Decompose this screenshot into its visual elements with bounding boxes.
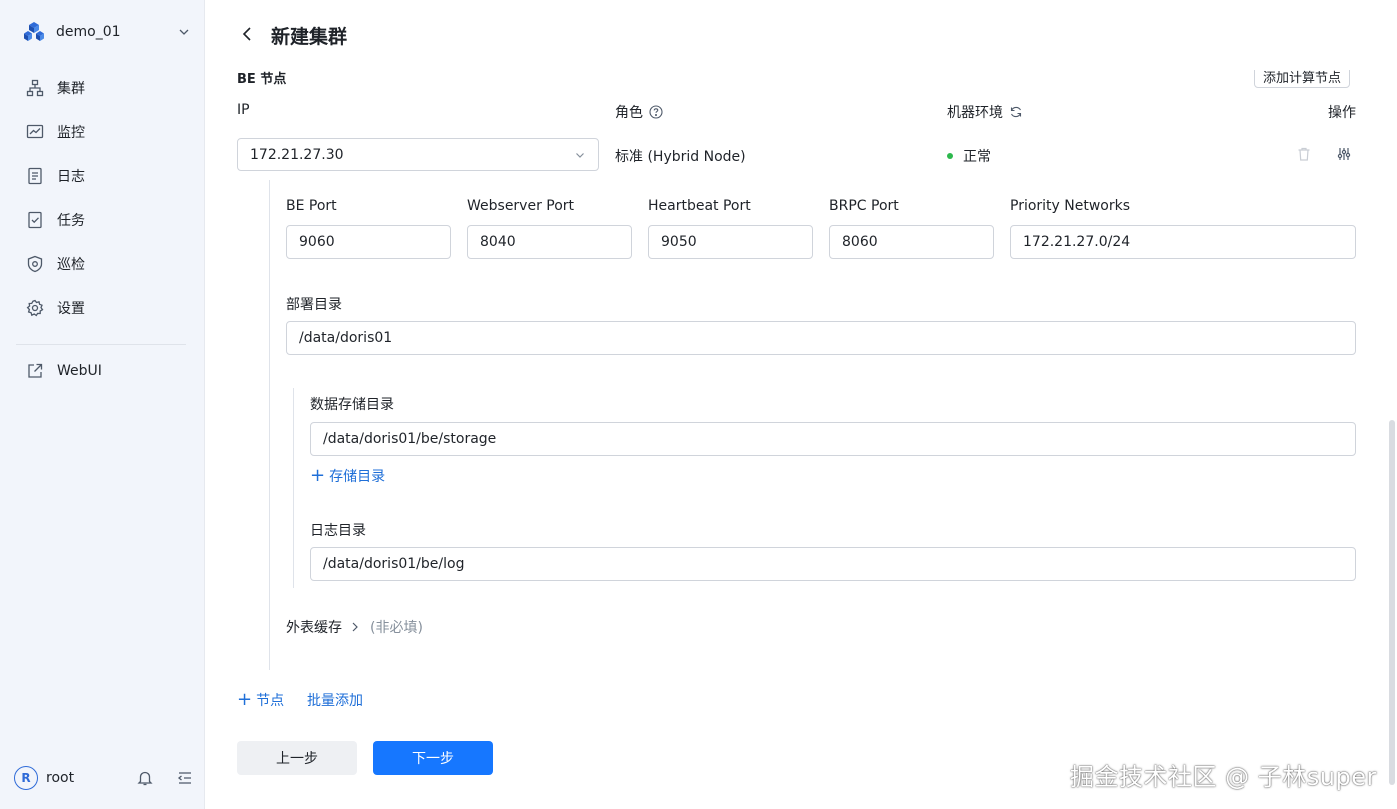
webserver-port-label: Webserver Port — [467, 198, 575, 214]
column-header-label: IP — [237, 102, 250, 118]
storage-guide-line — [293, 388, 294, 588]
watermark-text: 掘金技术社区 @ 子林super — [1070, 763, 1377, 791]
sidebar-item-label: 设置 — [57, 301, 85, 317]
log-icon — [28, 167, 42, 185]
column-header-action: 操作 — [1328, 102, 1356, 122]
back-arrow-icon[interactable] — [237, 24, 257, 44]
shield-icon — [27, 255, 43, 273]
column-header-ip: IP — [237, 102, 250, 118]
add-storage-dir-label: 存储目录 — [329, 469, 386, 485]
status-text: 正常 — [963, 149, 991, 165]
external-link-icon — [28, 363, 43, 378]
ip-select[interactable]: 172.21.27.30 — [237, 138, 599, 171]
cluster-name: demo_01 — [56, 24, 121, 40]
cluster-icon — [26, 79, 44, 97]
priority-networks-label: Priority Networks — [1010, 198, 1131, 214]
sidebar-webui-container: WebUI — [14, 349, 190, 393]
sidebar-nav: 集群 监控 日志 任务 巡检 设置 — [14, 66, 190, 330]
sidebar-item-webui[interactable]: WebUI — [14, 349, 190, 393]
plus-icon: + — [237, 689, 253, 710]
add-storage-dir-link[interactable]: + 存储目录 — [310, 466, 385, 486]
page-title: 新建集群 — [271, 26, 348, 48]
deploy-dir-input[interactable]: /data/doris01 — [286, 321, 1356, 355]
chevron-down-icon — [179, 29, 189, 35]
user-name[interactable]: root — [46, 770, 114, 786]
sidebar-item-inspect[interactable]: 巡检 — [14, 242, 190, 286]
sidebar-item-settings[interactable]: 设置 — [14, 286, 190, 330]
external-cache-toggle[interactable]: 外表缓存 (非必填) — [286, 617, 423, 637]
cluster-switcher[interactable]: demo_01 — [22, 18, 190, 46]
sidebar-divider — [16, 344, 186, 345]
ip-select-value: 172.21.27.30 — [250, 146, 344, 163]
log-dir-input[interactable]: /data/doris01/be/log — [310, 547, 1356, 581]
add-node-link[interactable]: + 节点 — [237, 690, 284, 710]
storage-dir-label: 数据存储目录 — [310, 397, 394, 413]
bell-icon[interactable] — [136, 769, 154, 787]
next-step-button[interactable]: 下一步 — [373, 741, 493, 775]
heartbeat-port-input[interactable]: 9050 — [648, 225, 813, 259]
webserver-port-input[interactable]: 8040 — [467, 225, 632, 259]
sidebar-item-label: WebUI — [57, 363, 102, 379]
sidebar-item-monitor[interactable]: 监控 — [14, 110, 190, 154]
sidebar-item-log[interactable]: 日志 — [14, 154, 190, 198]
priority-networks-input[interactable]: 172.21.27.0/24 — [1010, 225, 1356, 259]
sidebar-item-label: 日志 — [57, 169, 85, 185]
monitor-icon — [26, 124, 44, 139]
collapse-menu-icon[interactable] — [176, 769, 194, 787]
sliders-icon[interactable] — [1336, 146, 1352, 162]
node-env-status: 正常 — [947, 146, 991, 166]
log-dir-label: 日志目录 — [310, 523, 366, 539]
chevron-right-icon — [352, 622, 358, 632]
brpc-port-input[interactable]: 8060 — [829, 225, 994, 259]
external-cache-optional: (非必填) — [370, 620, 423, 636]
node-role: 标准 (Hybrid Node) — [615, 149, 746, 165]
batch-add-link[interactable]: 批量添加 — [307, 690, 363, 710]
status-dot — [947, 153, 953, 159]
deploy-dir-label: 部署目录 — [286, 297, 342, 313]
help-circle-icon[interactable] — [649, 105, 663, 119]
column-header-role: 角色 — [615, 102, 663, 122]
sidebar: demo_01 集群 监控 日志 任务 巡检 设置 WebUI R root — [0, 0, 205, 809]
sidebar-item-label: 监控 — [57, 125, 85, 141]
plus-icon: + — [310, 465, 326, 486]
prev-step-button[interactable]: 上一步 — [237, 741, 357, 775]
avatar[interactable]: R — [14, 766, 38, 790]
sidebar-item-label: 巡检 — [57, 257, 85, 273]
column-header-label: 操作 — [1328, 105, 1356, 121]
cluster-logo-icon — [24, 22, 44, 41]
refresh-icon[interactable] — [1009, 105, 1023, 119]
column-header-label: 机器环境 — [947, 105, 1003, 121]
column-header-env: 机器环境 — [947, 102, 1023, 122]
sidebar-item-task[interactable]: 任务 — [14, 198, 190, 242]
task-icon — [28, 211, 42, 229]
add-node-label: 节点 — [256, 693, 285, 709]
scrollbar-thumb[interactable] — [1389, 420, 1395, 785]
trash-icon[interactable] — [1296, 146, 1312, 162]
brpc-port-label: BRPC Port — [829, 198, 899, 214]
storage-dir-input[interactable]: /data/doris01/be/storage — [310, 422, 1356, 456]
be-section-title: BE 节点 — [237, 72, 287, 87]
sidebar-footer: R root — [14, 764, 194, 792]
chevron-down-icon — [576, 152, 584, 158]
node-detail-guide-line — [269, 180, 270, 670]
heartbeat-port-label: Heartbeat Port — [648, 198, 751, 214]
sidebar-item-label: 集群 — [57, 81, 85, 97]
be-port-input[interactable]: 9060 — [286, 225, 451, 259]
main-content: BE 节点 添加计算节点 IP 角色 机器环境 操作 172.21.27.30 … — [205, 62, 1397, 809]
sidebar-item-label: 任务 — [57, 213, 85, 229]
be-port-label: BE Port — [286, 198, 337, 214]
gear-icon — [26, 299, 44, 317]
page-header: 新建集群 — [205, 0, 1397, 70]
sidebar-item-cluster[interactable]: 集群 — [14, 66, 190, 110]
external-cache-label: 外表缓存 — [286, 620, 342, 636]
column-header-label: 角色 — [615, 105, 643, 121]
